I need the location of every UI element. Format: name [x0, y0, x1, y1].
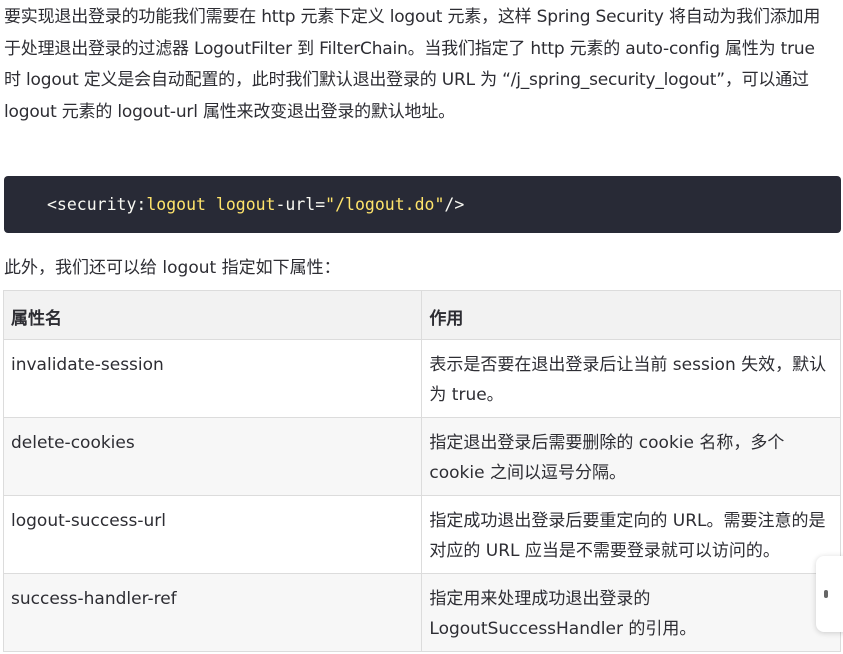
code-close-tag: /> [444, 195, 465, 214]
attribute-desc-cell: 表示是否要在退出登录后让当前 session 失效，默认为 true。 [421, 339, 841, 418]
logout-intro-paragraph: 要实现退出登录的功能我们需要在 http 元素下定义 logout 元素，这样 … [4, 7, 821, 122]
attributes-intro: 此外，我们还可以给 logout 指定如下属性： [4, 258, 341, 278]
attribute-desc-cell: 指定退出登录后需要删除的 cookie 名称，多个 cookie 之间以逗号分隔… [421, 417, 841, 496]
floating-side-widget[interactable] [816, 556, 843, 632]
widget-handle-icon [824, 590, 828, 598]
code-block: <security: logout logout -url= "/logout.do"… [4, 176, 841, 233]
attribute-desc-cell: 指定用来处理成功退出登录的 LogoutSuccessHandler 的引用。 [421, 573, 841, 652]
table-row: success-handler-ref 指定用来处理成功退出登录的 Logout… [2, 573, 841, 652]
code-attr-sep: -url= [275, 195, 326, 214]
table-header-row: 属性名 作用 [2, 290, 841, 340]
table-row: invalidate-session 表示是否要在退出登录后让当前 sessio… [2, 339, 841, 418]
attribute-name-cell: delete-cookies [2, 417, 423, 496]
attribute-desc-cell: 指定成功退出登录后要重定向的 URL。需要注意的是对应的 URL 应当是不需要登… [421, 495, 841, 574]
attribute-name-cell: invalidate-session [2, 339, 423, 418]
attribute-name-cell: logout-success-url [2, 495, 423, 574]
header-purpose: 作用 [421, 290, 841, 340]
code-attr-name: logout [215, 195, 276, 214]
table-row: delete-cookies 指定退出登录后需要删除的 cookie 名称，多个… [2, 417, 841, 496]
logout-attributes-table: 属性名 作用 invalidate-session 表示是否要在退出登录后让当前… [2, 290, 841, 652]
code-open-tag: <security: [47, 195, 147, 214]
table-row: logout-success-url 指定成功退出登录后要重定向的 URL。需要… [2, 495, 841, 574]
header-attribute-name: 属性名 [2, 290, 423, 340]
attribute-name-cell: success-handler-ref [2, 573, 423, 652]
code-attr-value: "/logout.do" [325, 195, 445, 214]
code-element-name: logout [146, 195, 206, 214]
